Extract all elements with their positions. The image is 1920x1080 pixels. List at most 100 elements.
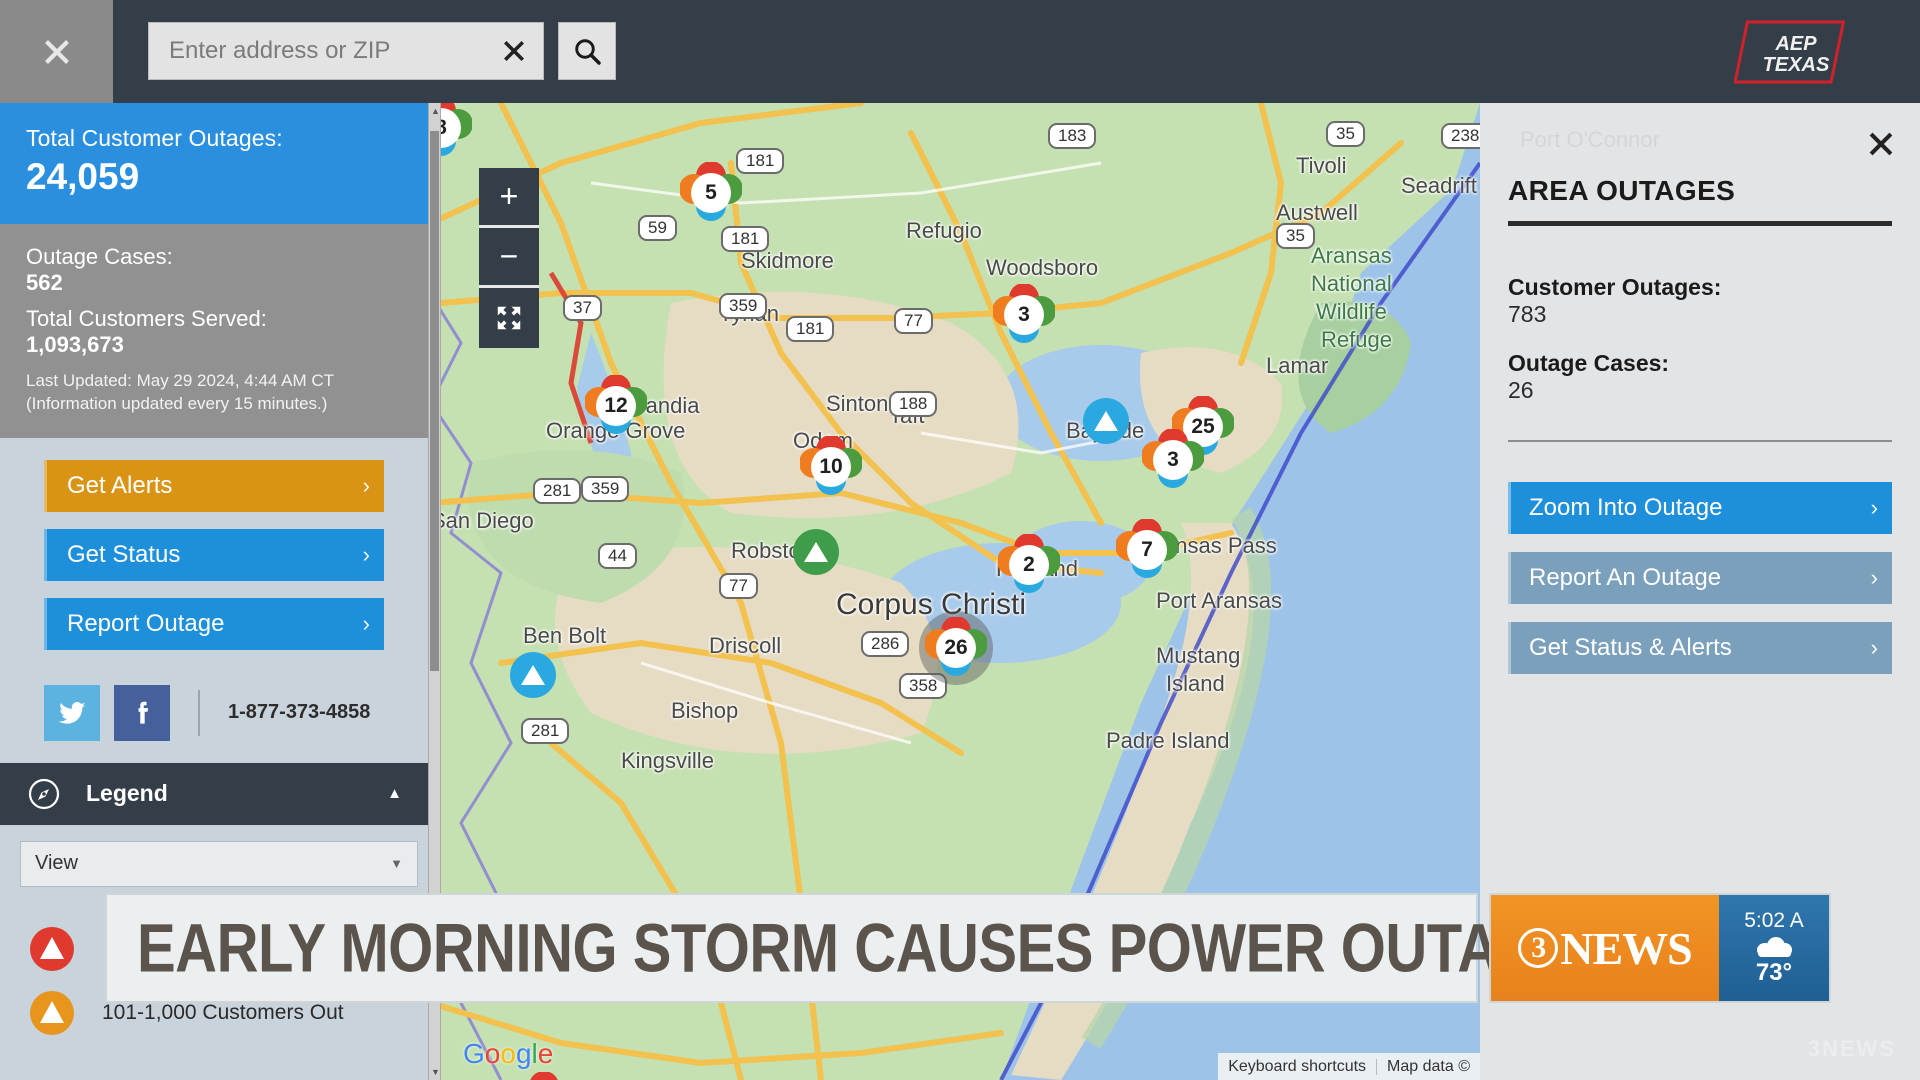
social-phone-divider [198, 689, 200, 736]
keyboard-shortcuts-link[interactable]: Keyboard shortcuts [1218, 1058, 1376, 1076]
cluster-count: 26 [936, 628, 976, 668]
scrollbar-thumb[interactable] [430, 131, 439, 671]
legend-view-label: View [35, 852, 78, 875]
cluster-count: 3 [1004, 295, 1044, 335]
map-zoom-controls[interactable]: + − [479, 168, 539, 348]
outage-cluster-marker[interactable]: 12 [584, 374, 648, 437]
panel-button-get-status-alerts[interactable]: Get Status & Alerts › [1508, 622, 1892, 674]
outage-cluster-marker[interactable]: 5 [679, 161, 743, 224]
zoom-in-button[interactable]: + [479, 168, 539, 228]
triangle-icon [804, 542, 828, 562]
panel-close-button[interactable] [1864, 127, 1898, 161]
compass-icon [26, 776, 62, 812]
current-time: 5:02 A [1744, 909, 1804, 932]
search-area[interactable] [148, 22, 616, 80]
panel-button-report-an-outage[interactable]: Report An Outage › [1508, 552, 1892, 604]
outage-cases-value: 562 [26, 270, 63, 295]
broadcast-watermark: 3NEWS [1807, 1036, 1896, 1061]
panel-outage-cases-value: 26 [1508, 377, 1534, 403]
search-input[interactable] [149, 37, 543, 65]
outage-cluster-marker[interactable]: 2 [997, 533, 1061, 596]
sidebar-button-report-outage[interactable]: Report Outage › [44, 597, 384, 650]
panel-button-zoom-into-outage[interactable]: Zoom Into Outage › [1508, 482, 1892, 534]
address-search-box[interactable] [148, 22, 544, 80]
map-attribution[interactable]: Keyboard shortcuts Map data © [1218, 1053, 1480, 1080]
panel-outage-cases-label: Outage Cases: [1508, 350, 1670, 376]
panel-customer-outages-label: Customer Outages: [1508, 274, 1722, 300]
last-updated-text: Last Updated: May 29 2024, 4:44 AM CT [26, 371, 335, 390]
sidebar-button-get-status[interactable]: Get Status › [44, 528, 384, 581]
facebook-icon[interactable] [114, 684, 170, 741]
outage-cluster-marker[interactable]: 10 [799, 435, 863, 498]
zoom-out-button[interactable]: − [479, 228, 539, 288]
station-brand: 3 NEWS [1491, 895, 1719, 1001]
close-icon [44, 39, 69, 64]
panel-action-buttons: Zoom Into Outage › Report An Outage › Get St… [1508, 482, 1892, 674]
station-name: NEWS [1560, 922, 1692, 974]
chevron-down-icon[interactable]: ▼ [390, 856, 403, 871]
cluster-count: 10 [811, 447, 851, 487]
outage-cluster-marker[interactable]: 26 [919, 611, 993, 685]
chevron-right-icon: › [362, 541, 370, 567]
scroll-up-arrow[interactable]: ▲ [431, 106, 440, 116]
cloud-icon [1754, 935, 1794, 957]
chevron-right-icon: › [1870, 565, 1878, 590]
cluster-count: 7 [1127, 530, 1167, 570]
chevron-up-icon[interactable]: ▲ [387, 785, 402, 802]
google-watermark: Google [463, 1038, 554, 1069]
customers-served-label: Total Customers Served: [26, 306, 267, 331]
panel-stats: Customer Outages: 783 Outage Cases: 26 [1508, 274, 1920, 404]
sidebar-action-buttons: Get Alerts › Get Status › Report Outage › [0, 438, 428, 650]
outage-cluster-marker[interactable]: 2 [513, 1071, 575, 1080]
support-phone-number[interactable]: 1-877-373-4858 [228, 701, 370, 724]
panel-customer-outages-value: 783 [1508, 301, 1547, 327]
legend-item-label: 101-1,000 Customers Out [102, 1000, 344, 1024]
search-submit-button[interactable] [558, 22, 616, 80]
triangle-icon [1094, 411, 1118, 431]
outage-severity-icon [28, 925, 76, 973]
clear-icon[interactable] [499, 36, 529, 66]
outage-cluster-marker[interactable]: 3 [992, 283, 1056, 346]
news-chyron: EARLY MORNING STORM CAUSES POWER OUTAGES [105, 893, 1620, 1003]
chevron-right-icon: › [362, 472, 370, 498]
outage-cluster-marker[interactable]: 7 [1115, 518, 1179, 581]
outage-cluster-marker[interactable]: 8 [441, 103, 473, 159]
cluster-count: 2 [1009, 545, 1049, 585]
logo-text-aep: AEP [1774, 33, 1817, 55]
update-frequency-note: (Information updated every 15 minutes.) [26, 393, 328, 413]
search-icon [575, 39, 601, 65]
map-data-credit: Map data © [1387, 1057, 1470, 1075]
outage-cluster-marker[interactable]: 3 [1141, 428, 1205, 491]
cluster-ring-icon [513, 1071, 575, 1080]
app-header: AEP TEXAS [0, 0, 1920, 103]
outage-summary-card: Outage Cases: 562 Total Customers Served… [0, 224, 428, 438]
weather-bug: 5:02 A 73° [1719, 895, 1829, 1001]
total-outages-value: 24,059 [26, 156, 140, 197]
close-panel-button[interactable] [0, 0, 113, 103]
panel-button-label: Report An Outage [1529, 564, 1722, 591]
legend-header[interactable]: Legend ▲ [0, 762, 428, 825]
close-icon [1869, 132, 1893, 156]
fullscreen-icon[interactable] [479, 288, 539, 348]
customers-served-value: 1,093,673 [26, 332, 124, 357]
sidebar-button-label: Report Outage [67, 609, 225, 637]
cluster-count: 12 [596, 386, 636, 426]
news-station-bug: 3 NEWS 5:02 A 73° [1489, 893, 1831, 1003]
panel-divider [1508, 440, 1892, 442]
outage-triangle-marker[interactable] [793, 529, 839, 575]
sidebar-button-label: Get Status [67, 540, 181, 568]
panel-title-rule [1508, 221, 1892, 226]
cluster-count: 3 [1153, 440, 1193, 480]
sidebar-button-get-alerts[interactable]: Get Alerts › [44, 459, 384, 512]
outage-severity-icon [28, 989, 76, 1037]
outage-triangle-marker[interactable] [510, 652, 556, 698]
outage-cases-label: Outage Cases: [26, 244, 173, 269]
legend-view-select[interactable]: View ▼ [20, 840, 418, 887]
outage-triangle-marker[interactable] [1083, 398, 1129, 444]
cluster-count: 5 [691, 173, 731, 213]
twitter-icon[interactable] [44, 684, 100, 741]
chevron-right-icon: › [362, 610, 370, 636]
news-headline: EARLY MORNING STORM CAUSES POWER OUTAGES [137, 909, 1620, 987]
triangle-icon [521, 665, 545, 685]
scroll-down-arrow[interactable]: ▼ [431, 1067, 440, 1077]
